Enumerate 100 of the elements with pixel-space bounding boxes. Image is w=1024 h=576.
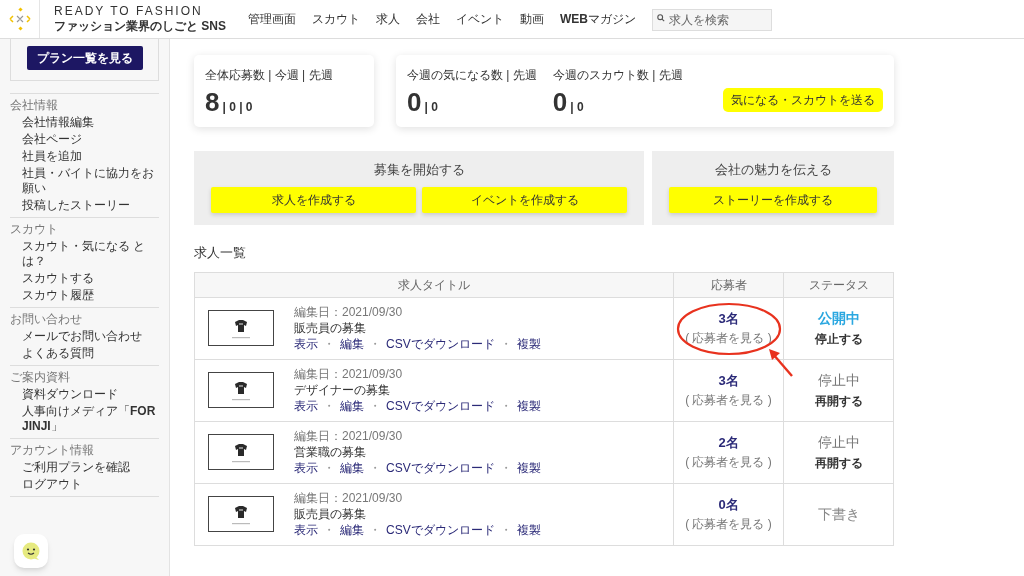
job-action-link[interactable]: CSVでダウンロード [386, 398, 495, 414]
nav-link[interactable]: 会社 [416, 10, 440, 28]
nav-link[interactable]: イベント [456, 10, 504, 28]
site-subtitle: ファッション業界のしごと SNS [54, 19, 226, 34]
applicant-count[interactable]: 3名 [674, 370, 783, 391]
sidebar-section-title: アカウント情報 [10, 443, 95, 458]
job-action-link[interactable]: 複製 [516, 336, 541, 352]
link-separator: ・ [369, 522, 381, 538]
section-heading: 求人一覧 [194, 244, 247, 262]
job-action-link[interactable]: 表示 [294, 336, 318, 352]
sidebar-section-title: お問い合わせ [10, 312, 83, 327]
job-action-link[interactable]: 編集 [340, 460, 364, 476]
sidebar-section-title: 会社情報 [10, 98, 59, 113]
job-action-link[interactable]: CSVでダウンロード [386, 336, 495, 352]
sidebar-section-title: ご案内資料 [10, 370, 71, 385]
stat-label: 今週のスカウト数 | 先週 [552, 67, 683, 84]
sidebar-item[interactable]: 人事向けメディア「FOR JINJI」 [22, 403, 159, 435]
stat-label: 今週の気になる数 | 先週 [407, 67, 537, 84]
logo-icon [6, 6, 33, 32]
sidebar-item[interactable]: メールでお問い合わせ [22, 328, 159, 345]
status-label: 停止中 [816, 433, 861, 452]
link-separator: ・ [499, 460, 512, 476]
stat-sub-values: | 0 | 0 [222, 99, 253, 116]
sidebar-item[interactable]: よくある質問 [22, 345, 159, 362]
link-separator: ・ [369, 398, 381, 414]
sidebar-item[interactable]: 社員・バイトに協力をお願い [22, 165, 159, 197]
view-applicants-link[interactable]: ( 応募者を見る ) [674, 515, 783, 534]
plan-list-button[interactable]: プラン一覧を見る [26, 45, 143, 70]
scout-send-button[interactable]: 気になる・スカウトを送る [723, 88, 883, 112]
view-applicants-link[interactable]: ( 応募者を見る ) [674, 453, 783, 472]
nav-link[interactable]: 管理画面 [248, 10, 296, 28]
sidebar-item[interactable]: スカウト・気になる とは？ [22, 238, 159, 270]
site-title[interactable]: READY TO FASHION [54, 4, 206, 19]
create-button[interactable]: 求人を作成する [211, 186, 416, 213]
sidebar-item[interactable]: 社員を追加 [22, 148, 159, 165]
chat-button[interactable] [14, 534, 48, 568]
link-separator: ・ [323, 336, 335, 352]
column-header: 応募者 [673, 272, 784, 297]
job-action-link[interactable]: 表示 [294, 398, 318, 414]
sidebar-item[interactable]: ご利用プランを確認 [22, 459, 159, 476]
sidebar-item[interactable]: 資料ダウンロード [22, 386, 159, 403]
column-header: ステータス [783, 272, 894, 297]
status-label: 下書き [816, 504, 861, 524]
job-action-link[interactable]: 編集 [340, 398, 364, 414]
stat-label: 全体応募数 | 今週 | 先週 [205, 67, 334, 84]
status-toggle-link[interactable]: 再開する [784, 454, 893, 472]
panel-title: 会社の魅力を伝える [713, 161, 833, 179]
nav-link[interactable]: 求人 [376, 10, 400, 28]
sidebar-item[interactable]: 投稿したストーリー [22, 197, 159, 214]
edited-date: 編集日：2021/09/30 [294, 304, 404, 320]
search-icon [657, 14, 665, 22]
job-action-link[interactable]: 編集 [340, 522, 364, 538]
status-label: 停止中 [816, 371, 861, 390]
applicant-count[interactable]: 0名 [674, 494, 783, 515]
link-separator: ・ [323, 460, 335, 476]
column-header: 求人タイトル [194, 272, 674, 297]
stat-sub-values: | 0 [424, 99, 438, 116]
annotation-arrow [768, 347, 794, 378]
stat-value: 0 [407, 88, 422, 116]
link-separator: ・ [499, 398, 512, 414]
create-button[interactable]: ストーリーを作成する [669, 186, 877, 213]
edited-date: 編集日：2021/09/30 [294, 428, 404, 444]
job-title: 営業職の募集 [294, 444, 367, 460]
link-separator: ・ [323, 522, 335, 538]
link-separator: ・ [499, 336, 512, 352]
job-action-link[interactable]: CSVでダウンロード [386, 522, 495, 538]
sidebar-item[interactable]: スカウト履歴 [22, 287, 159, 304]
job-title: 販売員の募集 [294, 320, 367, 336]
nav-link[interactable]: スカウト [312, 10, 360, 28]
job-action-link[interactable]: 複製 [516, 398, 541, 414]
nav-link[interactable]: 動画 [520, 10, 544, 28]
applicant-count[interactable]: 2名 [674, 432, 783, 453]
status-label: 公開中 [816, 309, 861, 328]
job-action-link[interactable]: 複製 [516, 522, 541, 538]
applicant-count[interactable]: 3名 [674, 308, 783, 329]
job-title: 販売員の募集 [294, 506, 367, 522]
job-action-link[interactable]: 表示 [294, 522, 318, 538]
sidebar-section-title: スカウト [10, 222, 59, 237]
panel-title: 募集を開始する [372, 161, 466, 179]
link-separator: ・ [499, 522, 512, 538]
job-action-link[interactable]: 表示 [294, 460, 318, 476]
job-title: デザイナーの募集 [294, 382, 391, 398]
sidebar-item[interactable]: 会社ページ [22, 131, 159, 148]
edited-date: 編集日：2021/09/30 [294, 366, 404, 382]
link-separator: ・ [369, 460, 381, 476]
sidebar-item[interactable]: ログアウト [22, 476, 159, 493]
nav-link[interactable]: WEBマガジン [560, 10, 636, 28]
status-toggle-link[interactable]: 停止する [784, 330, 893, 348]
sidebar-item[interactable]: スカウトする [22, 270, 159, 287]
view-applicants-link[interactable]: ( 応募者を見る ) [674, 391, 783, 410]
link-separator: ・ [323, 398, 335, 414]
stat-value: 8 [205, 88, 220, 116]
search-field[interactable]: 求人を検索 [652, 9, 772, 31]
job-action-link[interactable]: 複製 [516, 460, 541, 476]
create-button[interactable]: イベントを作成する [422, 186, 627, 213]
job-action-link[interactable]: 編集 [340, 336, 364, 352]
status-toggle-link[interactable]: 再開する [784, 392, 893, 410]
job-action-link[interactable]: CSVでダウンロード [386, 460, 495, 476]
sidebar-item[interactable]: 会社情報編集 [22, 114, 159, 131]
edited-date: 編集日：2021/09/30 [294, 490, 404, 506]
